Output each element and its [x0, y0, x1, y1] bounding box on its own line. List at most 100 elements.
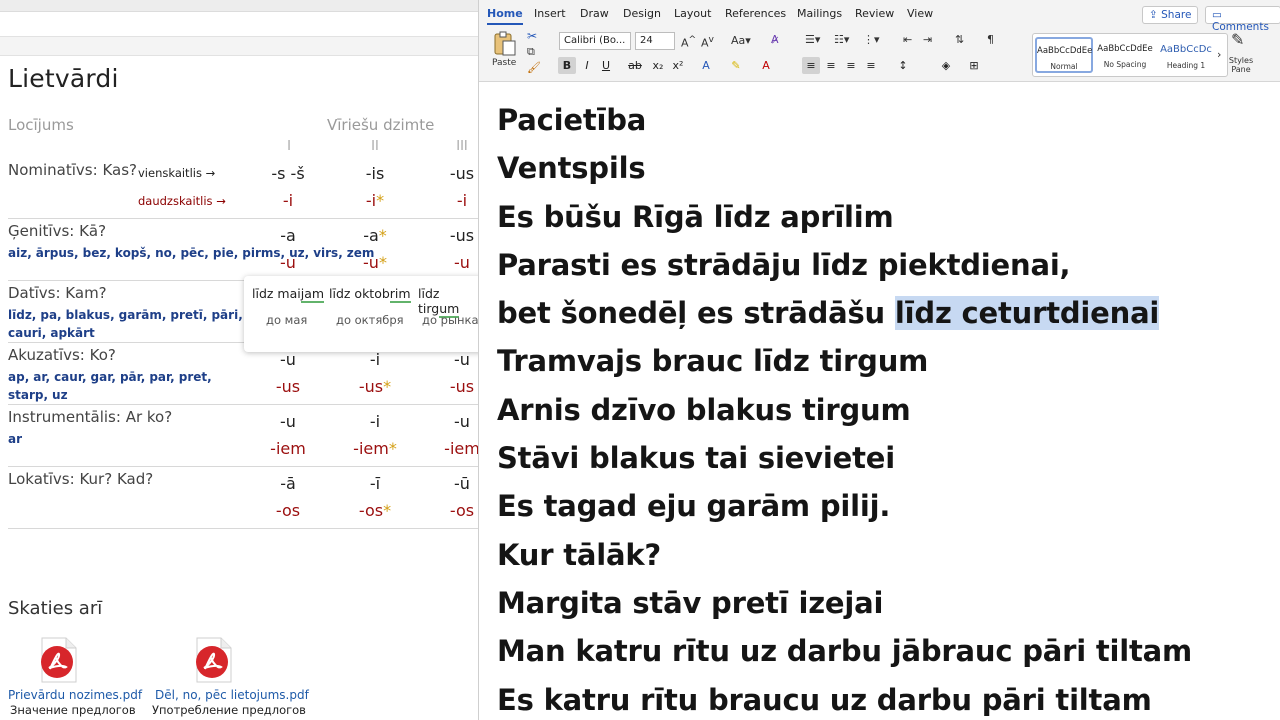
align-center-button[interactable]: ≡ — [822, 57, 840, 74]
case-dative: Datīvs: Kam? — [8, 284, 107, 302]
text-effects-icon[interactable]: A — [697, 57, 715, 74]
gender-header: Vīriešu dzimte — [327, 116, 435, 134]
decrease-indent-icon[interactable]: ⇤ — [903, 33, 912, 46]
ending-nom-sg-3: -us — [449, 164, 475, 183]
cut-icon[interactable]: ✂ — [527, 29, 537, 43]
example-word: līdz oktobrim — [329, 286, 411, 303]
change-case-icon[interactable]: Aa▾ — [731, 34, 751, 47]
style-heading-1[interactable]: AaBbCcDc Heading 1 — [1157, 37, 1215, 73]
dative-examples-popup: līdz maijam до мая līdz oktobrim до октя… — [244, 276, 478, 352]
ribbon: Home Insert Draw Design Layout Reference… — [479, 0, 1280, 82]
ending-gen-sg-3: -us — [449, 226, 475, 245]
superscript-button[interactable]: x² — [669, 57, 687, 74]
tab-home[interactable]: Home — [487, 7, 523, 25]
ending-nom-pl-3: -i — [456, 191, 468, 210]
bullets-icon[interactable]: ☰▾ — [805, 33, 820, 46]
row-divider — [8, 528, 478, 529]
align-right-button[interactable]: ≡ — [842, 57, 860, 74]
copy-icon[interactable]: ⧉ — [527, 45, 535, 59]
document-body[interactable]: Pacietība Ventspils Es būšu Rīgā līdz ap… — [497, 96, 1277, 720]
numbering-icon[interactable]: ☷▾ — [834, 33, 849, 46]
style-sample: AaBbCcDc — [1160, 44, 1212, 55]
style-name: Normal — [1050, 62, 1078, 71]
ending-nom-pl-2: -i* — [365, 191, 385, 210]
ending-loc-sg-3: -ū — [454, 474, 470, 493]
clear-formatting-icon[interactable]: A̷ — [771, 33, 779, 46]
browser-toolbar — [0, 0, 478, 12]
dative-prepositions: līdz, pa, blakus, garām, pretī, pāri, cauri, ap… — [8, 308, 243, 340]
ending-nom-sg-2: -is — [365, 164, 385, 183]
style-name: Heading 1 — [1166, 61, 1206, 70]
font-size-select[interactable]: 24 — [635, 32, 675, 50]
underline-button[interactable]: U — [597, 57, 615, 74]
case-instrumental: Instrumentālis: Ar ko? — [8, 408, 173, 426]
ending-loc-sg-1: -ā — [280, 474, 296, 493]
singular-label: vienskaitlis → — [138, 166, 216, 180]
ending-ins-pl-2: -iem* — [353, 439, 397, 458]
line-spacing-icon[interactable]: ↕ — [894, 57, 912, 74]
align-left-button[interactable]: ≡ — [802, 57, 820, 74]
doc-line: bet šonedēļ es strādāšu līdz ceturtdiena… — [497, 296, 1160, 331]
comment-icon: ▭ — [1212, 9, 1222, 21]
tab-layout[interactable]: Layout — [674, 7, 711, 20]
ending-loc-sg-2: -ī — [369, 474, 381, 493]
file-link[interactable]: Dēl, no, pēc lietojums.pdf — [155, 688, 309, 702]
web-page: Lietvārdi Locījums Vīriešu dzimte I II I… — [0, 0, 478, 720]
tab-view[interactable]: View — [907, 7, 933, 20]
instrumental-prepositions: ar — [8, 432, 23, 446]
case-locative: Lokatīvs: Kur? Kad? — [8, 470, 154, 488]
ending-acc-pl-1: -us — [275, 377, 301, 396]
page-title: Lietvārdi — [8, 64, 119, 93]
style-no-spacing[interactable]: AaBbCcDdEe No Spacing — [1096, 37, 1154, 73]
file-link[interactable]: Prievārdu nozimes.pdf — [8, 688, 142, 702]
ending-ins-sg-1: -u — [280, 412, 296, 431]
bold-button[interactable]: B — [558, 57, 576, 74]
accusative-prepositions: ap, ar, caur, gar, pār, par, pret, starp, uz — [8, 370, 212, 402]
multilevel-list-icon[interactable]: ⋮▾ — [863, 33, 880, 46]
case-column-header: Locījums — [8, 116, 74, 134]
comments-button[interactable]: ▭ Comments — [1205, 6, 1280, 33]
ending-acc-pl-3: -us — [449, 377, 475, 396]
justify-button[interactable]: ≡ — [862, 57, 880, 74]
font-name-select[interactable]: Calibri (Bo... — [559, 32, 631, 50]
font-color-icon[interactable]: A — [757, 57, 775, 74]
italic-button[interactable]: I — [578, 57, 596, 74]
style-normal[interactable]: AaBbCcDdEe Normal — [1035, 37, 1093, 73]
tab-references[interactable]: References — [725, 7, 786, 20]
tab-insert[interactable]: Insert — [534, 7, 566, 20]
share-button[interactable]: ⇪ Share — [1142, 6, 1199, 24]
show-paragraph-marks-icon[interactable]: ¶ — [987, 33, 994, 46]
pdf-file-icon[interactable] — [38, 636, 80, 684]
tab-draw[interactable]: Draw — [580, 7, 609, 20]
subscript-button[interactable]: x₂ — [649, 57, 667, 74]
case-genitive: Ģenitīvs: Kā? — [8, 222, 107, 240]
highlight-color-icon[interactable]: ✎ — [727, 57, 745, 74]
case-accusative: Akuzatīvs: Ko? — [8, 346, 116, 364]
tab-review[interactable]: Review — [855, 7, 894, 20]
ending-loc-pl-2: -os* — [358, 501, 392, 520]
strikethrough-button[interactable]: ab — [626, 57, 644, 74]
declension-2-header: II — [371, 139, 379, 154]
tab-design[interactable]: Design — [623, 7, 661, 20]
chevron-right-icon[interactable]: › — [1217, 48, 1221, 61]
format-painter-icon[interactable]: 🖌 — [527, 61, 541, 74]
sort-icon[interactable]: ⇅ — [955, 33, 964, 46]
grow-font-icon[interactable]: A^ — [681, 34, 696, 50]
pdf-file-icon[interactable] — [193, 636, 235, 684]
page-header-bar — [0, 36, 478, 56]
styles-gallery[interactable]: AaBbCcDdEe Normal AaBbCcDdEe No Spacing … — [1032, 33, 1228, 77]
row-divider — [8, 218, 478, 219]
tab-mailings[interactable]: Mailings — [797, 7, 842, 20]
paste-icon[interactable] — [489, 30, 519, 56]
style-name: No Spacing — [1103, 60, 1147, 69]
borders-icon[interactable]: ⊞ — [965, 57, 983, 74]
see-also-heading: Skaties arī — [8, 598, 103, 619]
styles-pane-icon[interactable]: ✎ — [1231, 30, 1244, 49]
example-word: līdz tirgum — [418, 286, 460, 318]
ending-acc-sg-1: -u — [280, 350, 296, 369]
ending-acc-pl-2: -us* — [358, 377, 392, 396]
shading-icon[interactable]: ◈ — [937, 57, 955, 74]
shrink-font-icon[interactable]: Av — [701, 34, 714, 50]
example-translation: до мая — [266, 313, 308, 327]
increase-indent-icon[interactable]: ⇥ — [923, 33, 932, 46]
